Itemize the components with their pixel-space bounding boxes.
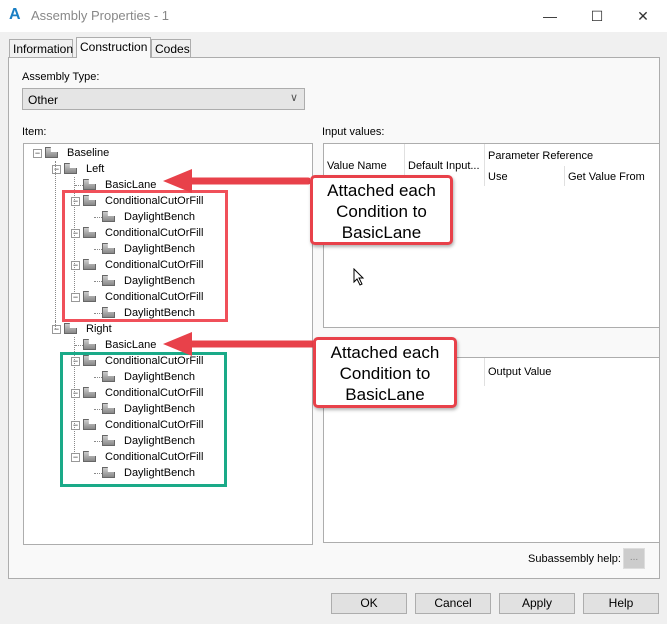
tree-item-label: BasicLane	[105, 339, 157, 351]
assembly-type-label: Assembly Type:	[22, 71, 100, 83]
title-bar: A Assembly Properties - 1 — ☐ ✕	[0, 0, 667, 32]
minimize-button[interactable]: —	[535, 4, 565, 28]
tab-codes[interactable]: Codes	[151, 39, 191, 58]
subassembly-icon	[45, 147, 58, 158]
column-default-input[interactable]: Default Input...	[408, 160, 480, 172]
apply-button[interactable]: Apply	[499, 593, 575, 614]
annotation-callout: Attached each Condition to BasicLane	[313, 337, 457, 408]
annotation-callout: Attached each Condition to BasicLane	[310, 175, 453, 245]
collapse-icon[interactable]: −	[33, 149, 42, 158]
input-values-label: Input values:	[322, 126, 385, 138]
tree-item-label: Left	[86, 163, 105, 175]
maximize-button[interactable]: ☐	[582, 4, 612, 28]
left-highlight-box	[62, 190, 228, 322]
help-button[interactable]: Help	[583, 593, 659, 614]
chevron-down-icon: ∨	[289, 92, 298, 104]
assembly-type-dropdown[interactable]: Other ∨	[22, 88, 305, 110]
subassembly-help-label: Subassembly help:	[528, 553, 621, 565]
tree-connector	[55, 161, 56, 321]
tab-information[interactable]: Information	[9, 39, 73, 58]
column-value-name[interactable]: Value Name	[327, 160, 387, 172]
ok-button[interactable]: OK	[331, 593, 407, 614]
close-button[interactable]: ✕	[628, 4, 658, 28]
subassembly-help-button[interactable]: ...	[623, 548, 645, 569]
column-get-value-from[interactable]: Get Value From	[568, 171, 645, 183]
app-logo-icon: A	[9, 6, 21, 23]
window-title: Assembly Properties - 1	[31, 8, 169, 23]
tab-construction[interactable]: Construction	[76, 37, 151, 58]
mouse-cursor-icon	[353, 268, 365, 286]
column-output-value[interactable]: Output Value	[488, 366, 551, 378]
right-highlight-box	[60, 352, 227, 487]
subassembly-icon	[64, 163, 77, 174]
tree-item[interactable]: − Baseline	[24, 145, 312, 161]
tree-item-label: Baseline	[67, 147, 110, 159]
collapse-icon[interactable]: −	[52, 165, 61, 174]
assembly-type-value: Other	[28, 93, 59, 107]
tree-item-label: Right	[86, 323, 112, 335]
subassembly-icon	[83, 339, 96, 350]
arrow-icon	[163, 332, 316, 356]
cancel-button[interactable]: Cancel	[415, 593, 491, 614]
tree-connector	[55, 321, 56, 329]
subassembly-icon	[83, 179, 96, 190]
collapse-icon[interactable]: −	[52, 325, 61, 334]
column-use[interactable]: Use	[488, 171, 508, 183]
arrow-icon	[163, 169, 310, 193]
item-label: Item:	[22, 126, 47, 138]
column-parameter-reference: Parameter Reference	[488, 150, 594, 162]
subassembly-icon	[64, 323, 77, 334]
